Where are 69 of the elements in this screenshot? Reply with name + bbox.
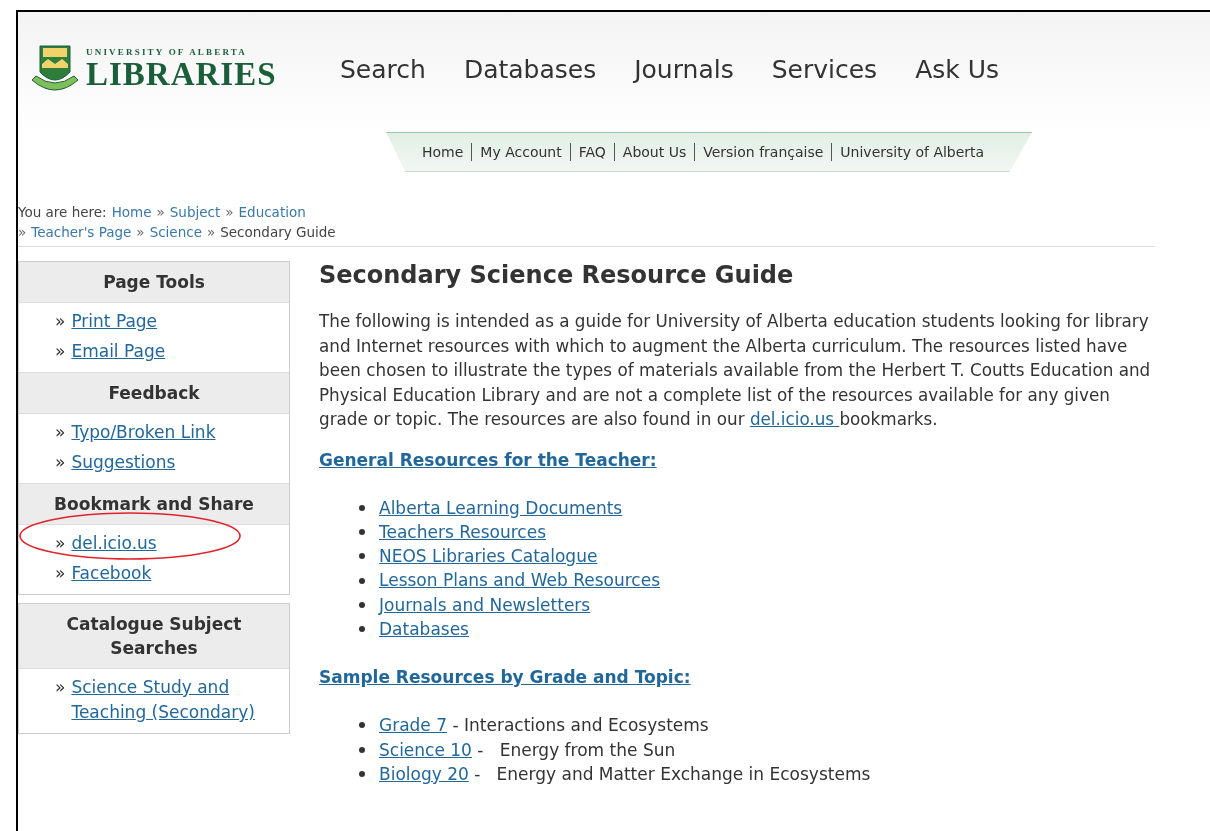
nav-link[interactable]: Databases [463, 54, 597, 84]
sidebar-link[interactable]: Science Study and Teaching (Secondary) [71, 675, 281, 725]
sidebar-heading: Feedback [19, 372, 289, 414]
link-marker: » [55, 421, 66, 444]
sidebar-link[interactable]: del.icio.us [71, 531, 157, 556]
resource-link[interactable]: NEOS Libraries Catalogue [379, 544, 598, 569]
breadcrumb-link[interactable]: Science [149, 222, 202, 242]
utility-link[interactable]: Version française [695, 144, 832, 160]
breadcrumb-separator: » [156, 203, 165, 222]
breadcrumb-link[interactable]: Home [111, 202, 152, 222]
utility-link[interactable]: My Account [472, 144, 570, 160]
sidebar-heading: Bookmark and Share [19, 483, 289, 525]
bullet-icon [359, 528, 365, 535]
resource-topic: - Energy from the Sun [476, 738, 676, 762]
resource-link[interactable]: Databases [379, 617, 469, 642]
utility-link[interactable]: Home [414, 144, 472, 160]
resource-link[interactable]: Alberta Learning Documents [379, 495, 623, 520]
breadcrumb-link[interactable]: Teacher's Page [31, 222, 132, 242]
link-marker: » [55, 676, 66, 699]
resource-link[interactable]: Science 10 [379, 737, 472, 762]
resource-link[interactable]: Lesson Plans and Web Resources [379, 568, 661, 593]
intro-paragraph: The following is intended as a guide for University of Alberta education students looking for library and Internet resources with which to augment the Alberta curriculum. The resources listed have been chosen to illustrate the types of materials available from the Herbert T. Coutts Education and Physical Education Library and are not a complete list of the resources available for any given grade or topic. The resources are also found in our del.icio.us bookmarks. [319, 310, 1152, 431]
breadcrumb-label: You are here: [18, 203, 107, 222]
link-marker: » [55, 310, 66, 333]
link-marker: » [55, 562, 66, 585]
page-title: Secondary Science Resource Guide [319, 261, 795, 289]
sidebar-link[interactable]: Print Page [71, 309, 158, 334]
bullet-icon [359, 626, 365, 633]
link-marker: » [55, 532, 66, 555]
link-marker: » [55, 340, 66, 363]
bullet-icon [359, 746, 365, 753]
breadcrumb-separator: » [136, 223, 145, 242]
bullet-icon [359, 722, 365, 729]
resource-link[interactable]: Teachers Resources [379, 519, 547, 545]
breadcrumb-link[interactable]: Education [238, 202, 306, 222]
nav-link[interactable]: Ask Us [915, 54, 999, 84]
utility-link[interactable]: FAQ [570, 144, 614, 160]
sidebar-link[interactable]: Suggestions [71, 450, 176, 475]
sidebar-heading: Catalogue Subject Searches [19, 604, 289, 669]
sidebar-link[interactable]: Typo/Broken Link [71, 420, 216, 445]
resource-link[interactable]: Grade 7 [379, 713, 448, 738]
resource-link[interactable]: Journals and Newsletters [379, 592, 591, 617]
nav-link[interactable]: Search [340, 54, 426, 84]
nav-link[interactable]: Journals [634, 54, 734, 84]
section-heading-link[interactable]: General Resources for the Teacher: [319, 449, 657, 470]
link-marker: » [55, 451, 66, 474]
sidebar-link[interactable]: Email Page [71, 339, 166, 364]
utility-link[interactable]: University of Alberta [832, 144, 993, 160]
bullet-icon [359, 553, 365, 560]
breadcrumb-separator: » [206, 223, 216, 242]
sidebar-link[interactable]: Facebook [71, 561, 152, 586]
breadcrumb-separator: » [18, 223, 27, 242]
resource-link[interactable]: Biology 20 [379, 761, 469, 787]
bullet-icon [359, 601, 365, 608]
nav-link[interactable]: Services [771, 54, 878, 84]
breadcrumb-separator: » [225, 203, 234, 222]
bullet-icon [359, 504, 365, 511]
sidebar-heading: Page Tools [19, 262, 289, 303]
section-heading-link[interactable]: Sample Resources by Grade and Topic: [319, 667, 691, 688]
resource-topic: - Energy and Matter Exchange in Ecosystems [473, 762, 871, 786]
inline-link[interactable]: del.icio.us [749, 409, 840, 429]
logo-subtitle: UNIVERSITY OF ALBERTA [86, 47, 249, 57]
bullet-icon [359, 577, 365, 584]
bullet-icon [359, 771, 365, 777]
utility-link[interactable]: About Us [614, 144, 695, 160]
breadcrumb-current: Secondary Guide [220, 223, 336, 242]
logo-title[interactable]: LIBRARIES [86, 57, 277, 91]
resource-topic: - Interactions and Ecosystems [451, 714, 709, 738]
breadcrumb-link[interactable]: Subject [169, 202, 221, 222]
